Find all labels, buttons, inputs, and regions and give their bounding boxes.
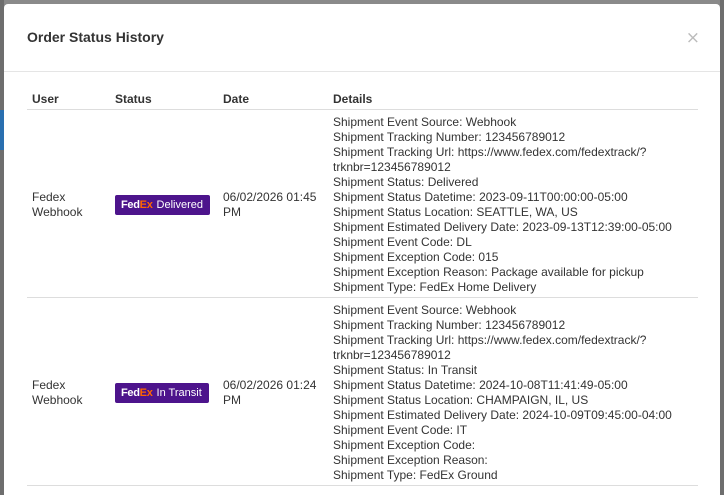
date-cell: 06/02/2026 01:24 PM [218, 297, 328, 486]
detail-line: Shipment Status Location: SEATTLE, WA, U… [333, 205, 578, 219]
status-cell: FedEx In Transit [110, 297, 218, 486]
date-line: 06/02/2026 01:45 [223, 190, 317, 204]
user-cell: Fedex Webhook [27, 297, 110, 486]
table-row: Fedex Webhook FedEx In Transit 06/02/202… [27, 297, 698, 486]
detail-line: Shipment Exception Reason: Package avail… [333, 265, 644, 279]
order-status-history-modal: Order Status History × User Status Date … [4, 4, 720, 495]
detail-line: Shipment Event Source: Webhook [333, 303, 517, 317]
modal-title: Order Status History [27, 29, 164, 45]
date-line: 06/02/2026 01:24 [223, 378, 317, 392]
detail-line: Shipment Event Code: IT [333, 423, 468, 437]
detail-line: Shipment Status Datetime: 2023-09-11T00:… [333, 190, 628, 204]
status-history-table: User Status Date Details Fedex Webhook F… [27, 90, 698, 486]
detail-line: Shipment Tracking Number: 123456789012 [333, 318, 566, 332]
table-row: Fedex Webhook FedEx Delivered 06/02/2026… [27, 109, 698, 298]
status-badge-label: Delivered [156, 198, 203, 211]
column-header-user: User [27, 90, 110, 110]
user-name-line: Fedex [32, 378, 66, 392]
details-cell: Shipment Event Source: Webhook Shipment … [328, 109, 698, 298]
detail-line: Shipment Event Source: Webhook [333, 115, 517, 129]
detail-line: Shipment Exception Reason: [333, 453, 488, 467]
fedex-logo-icon: FedEx [121, 198, 153, 211]
user-name-line: Webhook [32, 205, 83, 219]
date-line: PM [223, 393, 241, 407]
detail-line: Shipment Event Code: DL [333, 235, 472, 249]
detail-line: Shipment Tracking Url: https://www.fedex… [333, 145, 647, 159]
detail-line: Shipment Exception Code: [333, 438, 476, 452]
close-button[interactable]: × [686, 30, 700, 47]
status-badge: FedEx Delivered [115, 195, 210, 215]
column-header-status: Status [110, 90, 218, 110]
detail-line: Shipment Status Datetime: 2024-10-08T11:… [333, 378, 628, 392]
detail-line: Shipment Status: Delivered [333, 175, 479, 189]
status-badge: FedEx In Transit [115, 383, 209, 403]
detail-line: Shipment Tracking Url: https://www.fedex… [333, 333, 647, 347]
user-cell: Fedex Webhook [27, 109, 110, 298]
date-line: PM [223, 205, 241, 219]
detail-line: Shipment Estimated Delivery Date: 2024-1… [333, 408, 672, 422]
table-header-row: User Status Date Details [27, 90, 698, 110]
status-cell: FedEx Delivered [110, 109, 218, 298]
fedex-logo-icon: FedEx [121, 386, 153, 399]
detail-line: trknbr=123456789012 [333, 160, 451, 174]
column-header-details: Details [328, 90, 698, 110]
detail-line: Shipment Exception Code: 015 [333, 250, 499, 264]
detail-line: Shipment Status: In Transit [333, 363, 478, 377]
column-header-date: Date [218, 90, 328, 110]
date-cell: 06/02/2026 01:45 PM [218, 109, 328, 298]
detail-line: trknbr=123456789012 [333, 348, 451, 362]
detail-line: Shipment Status Location: CHAMPAIGN, IL,… [333, 393, 589, 407]
detail-line: Shipment Type: FedEx Home Delivery [333, 280, 537, 294]
status-badge-label: In Transit [156, 386, 202, 399]
modal-header: Order Status History × [4, 4, 720, 72]
detail-line: Shipment Tracking Number: 123456789012 [333, 130, 566, 144]
details-cell: Shipment Event Source: Webhook Shipment … [328, 297, 698, 486]
detail-line: Shipment Type: FedEx Ground [333, 468, 498, 482]
user-name-line: Webhook [32, 393, 83, 407]
modal-backdrop-right [720, 0, 724, 495]
detail-line: Shipment Estimated Delivery Date: 2023-0… [333, 220, 672, 234]
user-name-line: Fedex [32, 190, 66, 204]
